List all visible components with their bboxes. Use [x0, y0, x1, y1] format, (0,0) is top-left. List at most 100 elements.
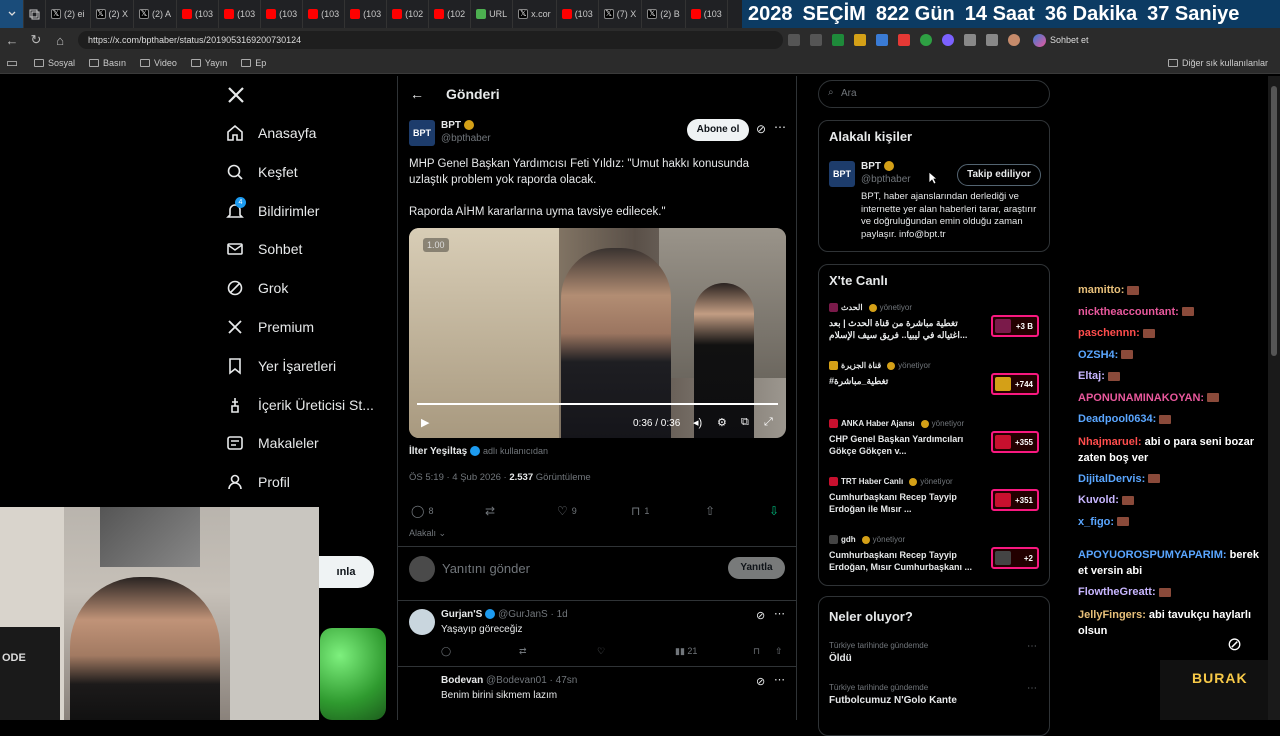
nav-item-creator[interactable]: İçerik Üreticisi St...: [226, 396, 374, 414]
bookmark-button[interactable]: ⊓ 1: [631, 504, 649, 518]
repost-button[interactable]: ⇄: [485, 504, 495, 518]
repost-icon[interactable]: ⇄: [519, 646, 527, 657]
like-button[interactable]: ♡ 9: [557, 504, 577, 518]
favorites-icon[interactable]: [986, 34, 998, 46]
extension-icon[interactable]: [788, 34, 800, 46]
fullscreen-icon[interactable]: ⤢: [764, 416, 773, 429]
page-scrollbar[interactable]: [1268, 76, 1280, 720]
extension-icon[interactable]: [942, 34, 954, 46]
extension-icon[interactable]: [832, 34, 844, 46]
browser-tab[interactable]: (103: [557, 0, 599, 28]
live-broadcast-item[interactable]: قناة الجزيرة yönetiyor #تغطية_مباشرة +744: [829, 361, 1041, 417]
more-options-icon[interactable]: ⋯: [774, 673, 785, 686]
settings-icon[interactable]: ⚙: [717, 416, 727, 429]
heart-icon[interactable]: ♡: [597, 646, 605, 657]
search-box[interactable]: ⌕ Ara: [818, 80, 1050, 108]
bookmark-icon[interactable]: ⊓: [753, 646, 760, 657]
author-avatar[interactable]: BPT: [409, 120, 435, 146]
url-input[interactable]: https://x.com/bpthaber/status/2019053169…: [78, 31, 783, 49]
browser-tab[interactable]: (102: [429, 0, 472, 28]
bookmark-folder[interactable]: Yayın: [190, 58, 227, 68]
more-options-icon[interactable]: ⋯: [774, 120, 786, 134]
pip-icon[interactable]: ⧉: [741, 416, 749, 429]
extension-icon[interactable]: [898, 34, 910, 46]
back-arrow-icon[interactable]: ←: [410, 86, 424, 102]
search-input[interactable]: Ara: [841, 88, 857, 99]
browser-tab[interactable]: (103: [261, 0, 304, 28]
volume-icon[interactable]: ◂): [693, 416, 702, 429]
back-button[interactable]: ←: [0, 33, 24, 48]
nav-item-grok[interactable]: Grok: [226, 279, 288, 297]
grok-icon[interactable]: ⊘: [756, 122, 766, 136]
tweet-timestamp[interactable]: ÖS 5:19 · 4 Şub 2026 ·: [409, 472, 507, 483]
download-button[interactable]: ⇩: [769, 504, 779, 518]
reply-author-handle[interactable]: @Bodevan01 · 47sn: [486, 675, 577, 686]
reply-author-handle[interactable]: @GurJanS · 1d: [498, 609, 568, 620]
grok-icon[interactable]: ⊘: [1227, 634, 1242, 655]
more-options-icon[interactable]: ⋯: [774, 607, 785, 620]
bookmark-folder[interactable]: Sosyal: [34, 58, 75, 68]
nav-item-search[interactable]: Keşfet: [226, 163, 298, 181]
reply-icon[interactable]: ◯: [441, 646, 451, 657]
nav-item-bookmark[interactable]: Yer İşaretleri: [226, 357, 336, 375]
related-avatar[interactable]: BPT: [829, 161, 855, 187]
browser-tab[interactable]: (102: [387, 0, 430, 28]
author-handle[interactable]: @bpthaber: [441, 133, 491, 144]
browser-tab[interactable]: 𝕏 (7) X: [599, 0, 643, 28]
more-options-icon[interactable]: ⋯: [1027, 683, 1037, 694]
grok-icon[interactable]: ⊘: [756, 675, 765, 688]
bookmark-folder[interactable]: Video: [140, 58, 177, 68]
browser-tab[interactable]: (103: [303, 0, 346, 28]
profile-avatar[interactable]: [1008, 34, 1020, 46]
bookmark-folder[interactable]: Ep: [241, 58, 266, 68]
grok-icon[interactable]: ⊘: [756, 609, 765, 622]
browser-tab[interactable]: 𝕏 (2) A: [134, 0, 178, 28]
reply-tweet[interactable]: Bodevan @Bodevan01 · 47sn ⊘ ⋯ Benim biri…: [398, 672, 796, 720]
post-button[interactable]: ınla: [318, 556, 374, 588]
following-button[interactable]: Takip ediliyor: [957, 164, 1041, 186]
live-broadcast-item[interactable]: الحدث yönetiyor تغطية مباشرة من قناة الحدث…: [829, 303, 1041, 359]
bookmarks-menu-icon[interactable]: ▭: [4, 55, 20, 71]
more-options-icon[interactable]: ⋯: [1027, 641, 1037, 652]
browser-tab[interactable]: (103: [219, 0, 262, 28]
extension-icon[interactable]: [964, 34, 976, 46]
nav-item-home[interactable]: Anasayfa: [226, 124, 316, 142]
browser-tab[interactable]: URL: [471, 0, 514, 28]
views-icon[interactable]: ▮▮ 21: [675, 646, 697, 657]
relevance-sort[interactable]: Alakalı ⌄: [409, 528, 446, 539]
live-broadcast-item[interactable]: ANKA Haber Ajansı yönetiyor CHP Genel Başk…: [829, 419, 1041, 475]
nav-item-mail[interactable]: Sohbet: [226, 240, 302, 258]
tab-actions-button[interactable]: [24, 0, 46, 28]
extension-icon[interactable]: [810, 34, 822, 46]
other-bookmarks-folder[interactable]: Diğer sık kullanılanlar: [1167, 58, 1268, 68]
related-handle[interactable]: @bpthaber: [861, 174, 911, 185]
reply-avatar[interactable]: [409, 609, 435, 635]
tweet-video[interactable]: 1.00 ▶ 0:36 / 0:36 ◂) ⚙ ⧉ ⤢: [409, 228, 786, 438]
nav-item-article[interactable]: Makaleler: [226, 434, 319, 452]
copilot-button[interactable]: Sohbet et: [1033, 33, 1089, 47]
browser-tab[interactable]: 𝕏x.cor: [513, 0, 557, 28]
home-button[interactable]: ⌂: [48, 33, 72, 48]
trend-name[interactable]: Öldü: [829, 653, 852, 664]
extension-icon[interactable]: [854, 34, 866, 46]
browser-tab[interactable]: 𝕏 (2) X: [91, 0, 135, 28]
live-broadcast-item[interactable]: TRT Haber Canlı yönetiyor Cumhurbaşkanı Re…: [829, 477, 1041, 533]
browser-tab[interactable]: (103: [177, 0, 220, 28]
reply-input[interactable]: Yanıtını gönder: [442, 561, 530, 576]
tab-list-button[interactable]: [0, 0, 24, 28]
browser-tab[interactable]: (103: [345, 0, 388, 28]
author-name[interactable]: BPT: [441, 120, 474, 131]
bookmark-folder[interactable]: Basın: [89, 58, 126, 68]
extension-icon[interactable]: [876, 34, 888, 46]
refresh-button[interactable]: ↻: [24, 32, 48, 48]
reply-button[interactable]: ◯ 8: [411, 504, 433, 518]
browser-tab[interactable]: (103: [686, 0, 728, 28]
extension-icon[interactable]: [920, 34, 932, 46]
share-button[interactable]: ⇧: [705, 504, 715, 518]
nav-item-person[interactable]: Profil: [226, 473, 290, 491]
attribution-name[interactable]: İlter Yeşiltaş: [409, 446, 467, 457]
reply-submit-button[interactable]: Yanıtla: [728, 557, 785, 579]
share-icon[interactable]: ⇧: [775, 646, 783, 657]
nav-item-x-logo[interactable]: Premium: [226, 318, 314, 336]
x-logo-icon[interactable]: [227, 86, 245, 104]
